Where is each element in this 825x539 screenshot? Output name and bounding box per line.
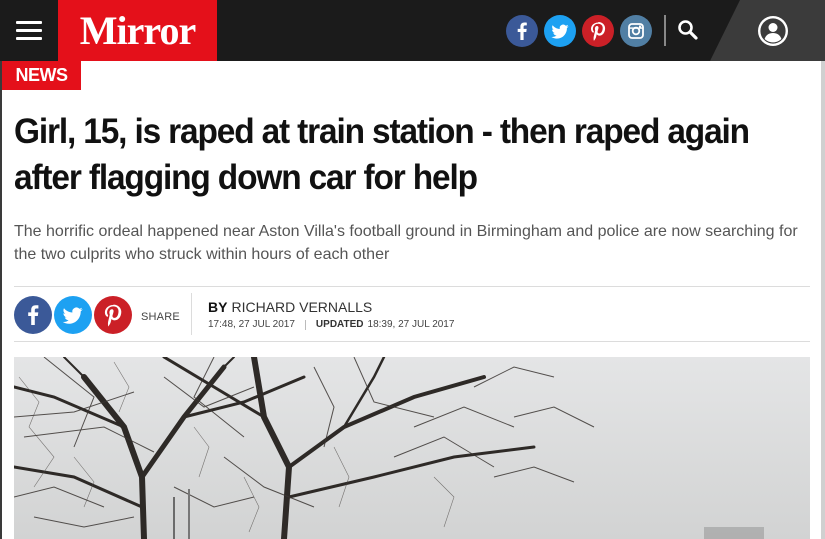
updated-time: 18:39, 27 JUL 2017 — [367, 319, 455, 330]
pinterest-icon[interactable] — [582, 15, 614, 47]
site-header: Mirror — [0, 0, 825, 61]
section-tag[interactable]: NEWS — [2, 61, 81, 90]
divider-line — [14, 286, 810, 287]
twitter-icon[interactable] — [544, 15, 576, 47]
search-icon[interactable] — [672, 14, 704, 46]
article-dates: 17:48, 27 JUL 2017 UPDATED 18:39, 27 JUL… — [208, 319, 454, 330]
user-account-icon[interactable] — [756, 14, 790, 48]
date-separator — [304, 319, 306, 330]
article-headline: Girl, 15, is raped at train station - th… — [14, 112, 750, 197]
logo-text: Mirror — [79, 8, 196, 53]
published-time: 17:48, 27 JUL 2017 — [208, 319, 295, 330]
facebook-icon[interactable] — [506, 15, 538, 47]
share-pinterest-icon[interactable] — [94, 296, 132, 334]
share-twitter-icon[interactable] — [54, 296, 92, 334]
header-divider — [664, 15, 666, 46]
updated-label: UPDATED — [315, 319, 364, 330]
page-scrollbar[interactable] — [821, 61, 825, 539]
author-link[interactable]: Richard Vernalls — [231, 299, 372, 315]
byline-divider — [191, 293, 192, 335]
hero-photo-bare-trees[interactable] — [14, 357, 810, 539]
site-logo[interactable]: Mirror — [58, 0, 217, 61]
byline: BY Richard Vernalls — [208, 299, 372, 315]
instagram-icon[interactable] — [620, 15, 652, 47]
hamburger-menu-icon[interactable] — [14, 17, 44, 43]
share-label: SHARE — [141, 311, 180, 323]
byline-by-label: BY — [208, 299, 228, 315]
article-standfirst: The horrific ordeal happened near Aston … — [14, 223, 798, 263]
share-facebook-icon[interactable] — [14, 296, 52, 334]
divider-line — [14, 341, 810, 342]
